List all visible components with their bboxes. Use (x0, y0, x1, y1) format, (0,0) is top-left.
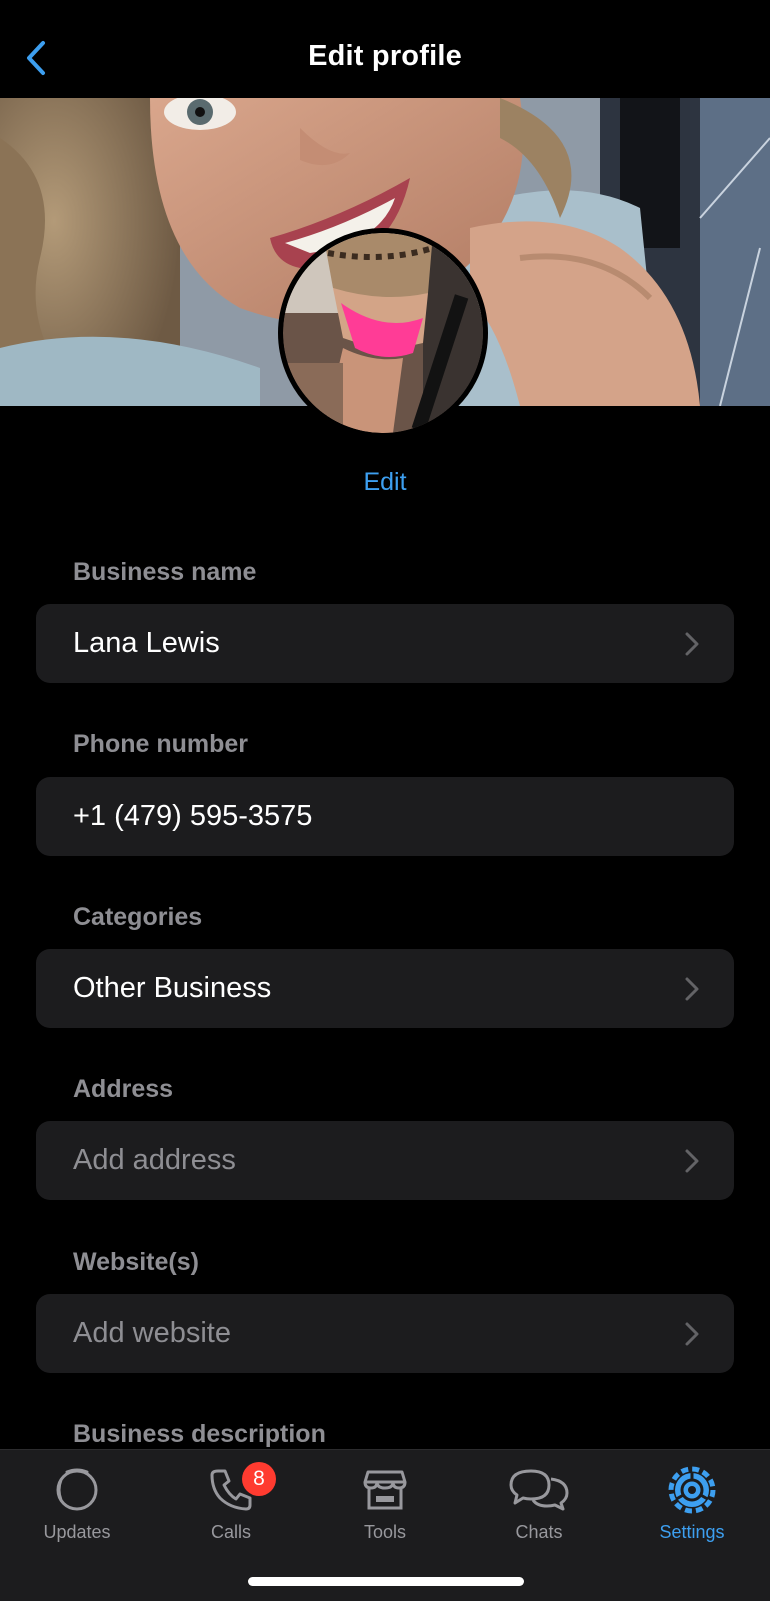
settings-gear-icon (668, 1466, 716, 1514)
categories-value: Other Business (73, 972, 272, 1004)
address-field[interactable]: Add address (36, 1121, 734, 1200)
tab-settings-label: Settings (659, 1522, 725, 1542)
page-title: Edit profile (308, 40, 462, 72)
home-indicator (248, 1577, 524, 1586)
tab-tools-label: Tools (363, 1522, 407, 1542)
address-placeholder: Add address (73, 1144, 236, 1176)
tab-calls-label: Calls (210, 1522, 251, 1542)
business-name-field[interactable]: Lana Lewis (36, 604, 734, 683)
edit-photo-link[interactable]: Edit (0, 468, 770, 497)
updates-icon (56, 1468, 98, 1511)
chevron-right-icon (685, 977, 699, 1001)
chevron-right-icon (685, 1322, 699, 1346)
address-label: Address (73, 1075, 174, 1103)
chats-icon (509, 1469, 569, 1511)
tab-settings[interactable]: Settings (627, 1464, 757, 1554)
nav-header: Edit profile (0, 0, 770, 98)
phone-number-label: Phone number (73, 730, 249, 758)
categories-field[interactable]: Other Business (36, 949, 734, 1028)
tab-updates-label: Updates (43, 1522, 111, 1542)
website-placeholder: Add website (73, 1317, 231, 1349)
business-description-label: Business description (73, 1420, 326, 1448)
tab-calls[interactable]: Calls 8 (166, 1462, 296, 1554)
phone-number-field[interactable]: +1 (479) 595-3575 (36, 777, 734, 856)
business-name-label: Business name (73, 558, 257, 586)
tab-chats[interactable]: Chats (474, 1464, 604, 1554)
website-field[interactable]: Add website (36, 1294, 734, 1373)
chevron-right-icon (685, 632, 699, 656)
websites-label: Website(s) (73, 1248, 199, 1276)
tab-updates[interactable]: Updates (12, 1464, 142, 1554)
calls-badge: 8 (242, 1462, 276, 1496)
categories-label: Categories (73, 903, 203, 931)
business-name-value: Lana Lewis (73, 627, 220, 659)
storefront-icon (363, 1470, 407, 1510)
tab-chats-label: Chats (515, 1522, 563, 1542)
chevron-right-icon (685, 1149, 699, 1173)
profile-avatar[interactable] (278, 228, 488, 438)
tab-tools[interactable]: Tools (320, 1464, 450, 1554)
phone-number-value: +1 (479) 595-3575 (73, 800, 313, 832)
